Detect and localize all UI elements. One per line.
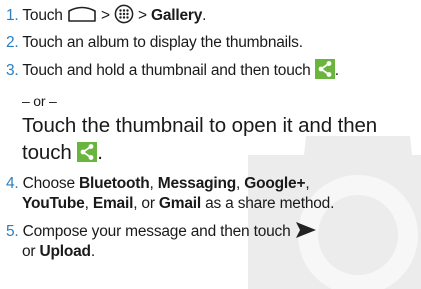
home-icon [68,6,96,22]
step-5-cont: or Upload. [22,243,95,260]
step-4-cont: YouTube, Email, or Gmail as a share meth… [22,195,335,212]
step-3: 3. Touch and hold a thumbnail and then t… [6,59,339,81]
share-icon [77,141,98,162]
or-divider: – or – [22,93,57,109]
alt-line-1: Touch the thumbnail to open it and then [22,114,378,137]
step-5: 5. Compose your message and then touch [6,221,317,242]
step-number: 1. [6,7,19,25]
step-4: 4. Choose Bluetooth, Messaging, Google+, [6,175,310,192]
step-number: 5. [6,223,19,240]
step-number: 4. [6,175,19,192]
step-number: 3. [6,62,19,80]
share-icon [314,59,335,79]
step-2: 2. Touch an album to display the thumbna… [6,34,303,51]
apps-icon [114,4,134,24]
step-number: 2. [6,34,19,51]
alt-line-2: touch . [22,141,103,164]
send-icon [295,221,316,238]
step-1: 1. Touch > > Gallery. [6,4,206,26]
